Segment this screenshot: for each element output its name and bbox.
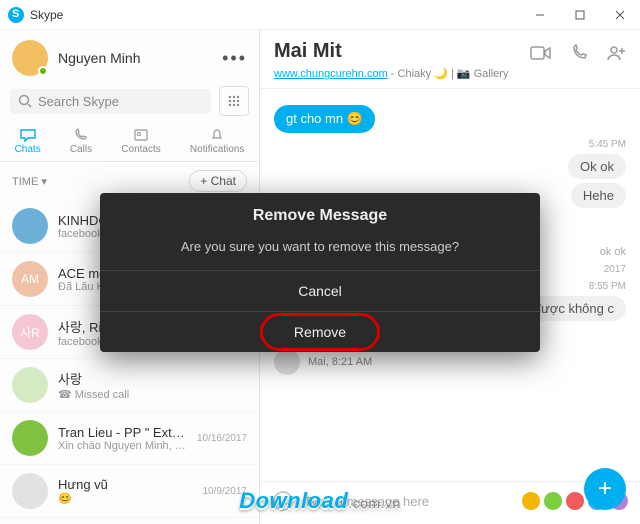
chat-title: Mai Mit: [274, 40, 530, 63]
conversation-item[interactable]: Mai Mit Chán nhỉ 9/4/2017: [0, 518, 259, 524]
search-icon: [18, 94, 32, 108]
conversation-avatar: 사R: [12, 314, 48, 350]
window-titlebar: Skype: [0, 0, 640, 30]
window-maximize-button[interactable]: [560, 0, 600, 30]
search-input[interactable]: Search Skype: [10, 89, 211, 114]
conversation-avatar: [12, 367, 48, 403]
add-participant-button[interactable]: [606, 44, 626, 62]
remove-message-dialog: Remove Message Are you sure you want to …: [100, 193, 540, 352]
conversation-avatar: [12, 208, 48, 244]
incoming-message[interactable]: Ok ok: [568, 154, 626, 179]
time-filter[interactable]: TIME ▾: [12, 175, 47, 188]
search-placeholder: Search Skype: [38, 94, 119, 109]
chat-profile-link[interactable]: www.chungcurehn.com: [274, 68, 388, 80]
message-composer: Type a message here: [260, 481, 640, 524]
tab-chats[interactable]: Chats: [15, 128, 41, 155]
conversation-title: Hưng vũ: [58, 477, 193, 492]
emoji-button[interactable]: [272, 490, 294, 512]
conversation-preview: Xin chào Nguyen Minh, tôi …: [58, 440, 187, 452]
dialog-message: Are you sure you want to remove this mes…: [100, 233, 540, 270]
conversation-date: 10/9/2017: [203, 486, 248, 497]
reaction-dot[interactable]: [566, 492, 584, 510]
bell-icon: [208, 128, 226, 142]
cancel-button[interactable]: Cancel: [100, 270, 540, 311]
new-chat-button[interactable]: + Chat: [189, 170, 247, 192]
current-user-name: Nguyen Minh: [58, 50, 141, 66]
sender-avatar[interactable]: [274, 349, 300, 375]
conversation-preview: ☎ Missed call: [58, 388, 237, 401]
tab-calls[interactable]: Calls: [70, 128, 92, 155]
timestamp: 5:45 PM: [274, 139, 626, 150]
conversation-avatar: AM: [12, 261, 48, 297]
conversation-title: 사랑: [58, 369, 237, 388]
conversation-avatar: [12, 473, 48, 509]
tab-contacts[interactable]: Contacts: [121, 128, 160, 155]
window-close-button[interactable]: [600, 0, 640, 30]
reaction-dot[interactable]: [544, 492, 562, 510]
conversation-item[interactable]: 사랑 ☎ Missed call: [0, 359, 259, 412]
calls-icon: [72, 128, 90, 142]
outgoing-message[interactable]: gt cho mn 😊: [274, 105, 375, 133]
chat-header: Mai Mit www.chungcurehn.com - Chiaky 🌙 |…: [260, 30, 640, 89]
window-minimize-button[interactable]: [520, 0, 560, 30]
chat-subtitle: www.chungcurehn.com - Chiaky 🌙 | 📷 Galle…: [274, 67, 530, 80]
presence-indicator: [38, 66, 48, 76]
reaction-dot[interactable]: [522, 492, 540, 510]
sender-label: Mai, 8:21 AM: [308, 356, 372, 368]
conversation-item[interactable]: Hưng vũ 😊 10/9/2017: [0, 465, 259, 518]
conversation-title: Tran Lieu - PP " Ext : 126 ": [58, 425, 187, 440]
current-user-header[interactable]: Nguyen Minh •••: [0, 30, 259, 82]
video-call-button[interactable]: [530, 45, 552, 61]
skype-logo-icon: [8, 7, 24, 23]
contacts-icon: [132, 128, 150, 142]
dialpad-button[interactable]: [219, 86, 249, 116]
tab-notifications[interactable]: Notifications: [190, 128, 244, 155]
more-icon[interactable]: •••: [222, 48, 247, 69]
conversation-avatar: [12, 420, 48, 456]
message-input[interactable]: Type a message here: [304, 494, 512, 509]
current-user-avatar[interactable]: [12, 40, 48, 76]
conversation-item[interactable]: Tran Lieu - PP " Ext : 126 " Xin chào Ng…: [0, 412, 259, 465]
conversation-date: 10/16/2017: [197, 433, 247, 444]
nav-tabs: Chats Calls Contacts Notifications: [0, 124, 259, 162]
dialog-title: Remove Message: [100, 193, 540, 233]
chats-icon: [19, 128, 37, 142]
window-title: Skype: [30, 8, 63, 22]
audio-call-button[interactable]: [570, 44, 588, 62]
remove-button[interactable]: Remove: [100, 311, 540, 352]
incoming-message[interactable]: Hehe: [571, 183, 626, 208]
dialpad-icon: [227, 94, 241, 108]
new-message-fab[interactable]: +: [584, 468, 626, 510]
conversation-preview: 😊: [58, 492, 193, 505]
